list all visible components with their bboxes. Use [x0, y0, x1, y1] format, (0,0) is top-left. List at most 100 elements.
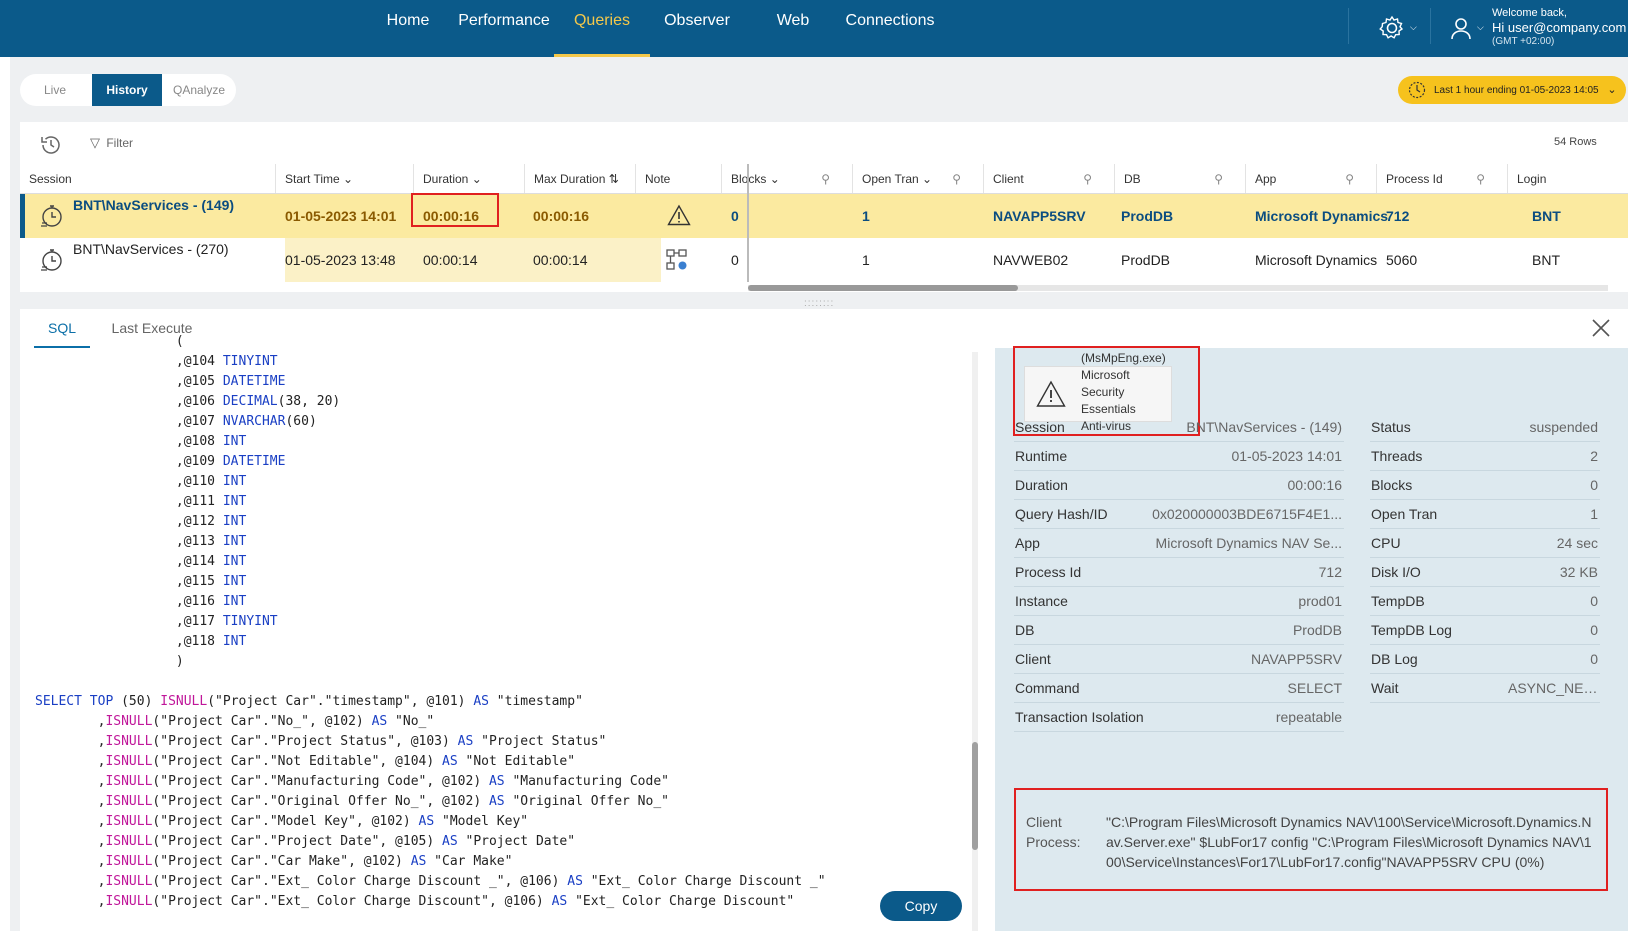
header-label: Start Time: [285, 172, 340, 186]
column-header-blocks[interactable]: Blocks ⌄⚲: [721, 164, 852, 194]
detail-row-instance: Instance prod01: [1014, 586, 1344, 616]
column-header-session[interactable]: Session: [20, 164, 275, 194]
warning-icon[interactable]: [667, 204, 691, 226]
column-header-client[interactable]: Client ⚲: [983, 164, 1114, 194]
nav-web[interactable]: Web: [770, 0, 816, 57]
process-id-cell: 712: [1386, 208, 1410, 224]
pin-icon[interactable]: ⚲: [1083, 164, 1092, 194]
detail-value: ProdDB: [1292, 622, 1342, 638]
copy-button[interactable]: Copy: [880, 891, 962, 921]
header-label: Process Id: [1386, 172, 1443, 186]
client-cell: NAVAPP5SRV: [993, 208, 1086, 224]
chevron-down-icon[interactable]: ⌵: [1410, 22, 1417, 33]
nav-home[interactable]: Home: [380, 0, 436, 57]
sql-code-viewer[interactable]: ( ,@104 TINYINT ,@105 DATETIME ,@106 DEC…: [35, 332, 965, 911]
user-icon[interactable]: [1450, 16, 1472, 40]
detail-row-wait: Wait ASYNC_NETWOR...: [1370, 673, 1600, 703]
divider: [1348, 8, 1349, 44]
filter-label: Filter: [106, 136, 134, 150]
header-label: Session: [29, 172, 72, 186]
pin-icon[interactable]: ⚲: [1345, 164, 1354, 194]
pin-icon[interactable]: ⚲: [821, 164, 830, 194]
mode-switch: Live History QAnalyze: [20, 74, 236, 106]
code-line: ,@114 INT: [35, 554, 247, 569]
max-duration-cell: 00:00:16: [533, 208, 590, 224]
duration-cell: 00:00:14: [423, 252, 478, 268]
code-line: ,ISNULL("Project Car"."Project Status", …: [35, 734, 607, 749]
app-cell: Microsoft Dynamics: [1255, 208, 1389, 224]
chevron-down-icon: ⌄: [922, 172, 933, 186]
mode-qanalyze[interactable]: QAnalyze: [166, 74, 232, 106]
detail-value: 24 sec: [1556, 535, 1598, 551]
detail-row-db: DB ProdDB: [1014, 615, 1344, 645]
time-range-label: Last 1 hour ending 01-05-2023 14:05: [1434, 85, 1599, 96]
detail-value: 0x020000003BDE6715F4E1...: [1152, 506, 1342, 522]
detail-row-duration: Duration 00:00:16: [1014, 470, 1344, 500]
code-line: ,ISNULL("Project Car"."Car Make", @102) …: [35, 854, 513, 869]
detail-value: 2: [1590, 448, 1598, 464]
chevron-down-icon[interactable]: ⌵: [1477, 22, 1484, 33]
detail-key: Process Id: [1015, 564, 1082, 580]
pin-icon[interactable]: ⚲: [1476, 164, 1485, 194]
history-icon[interactable]: [38, 132, 64, 158]
code-line: ,@111 INT: [35, 494, 247, 509]
nav-observer[interactable]: Observer: [659, 0, 735, 57]
stopwatch-icon: [41, 205, 62, 227]
mode-history[interactable]: History: [92, 74, 162, 106]
detail-row-query-hash-id: Query Hash/ID 0x020000003BDE6715F4E1...: [1014, 499, 1344, 529]
time-range-picker[interactable]: Last 1 hour ending 01-05-2023 14:05 ⌄: [1398, 76, 1626, 104]
detail-value: prod01: [1298, 593, 1342, 609]
gear-icon[interactable]: [1378, 14, 1406, 42]
code-line: ,@116 INT: [35, 594, 247, 609]
detail-key: Blocks: [1371, 477, 1413, 493]
detail-key: Open Tran: [1371, 506, 1438, 522]
pin-icon[interactable]: ⚲: [952, 164, 961, 194]
code-line: ,@113 INT: [35, 534, 247, 549]
left-edge: [0, 57, 10, 931]
column-header-app[interactable]: App ⚲: [1245, 164, 1376, 194]
login-cell: BNT: [1532, 252, 1560, 268]
column-header-db[interactable]: DB ⚲: [1114, 164, 1245, 194]
table-row[interactable]: BNT\NavServices - (149) 01-05-2023 14:01…: [20, 194, 1628, 238]
code-line: ,@112 INT: [35, 514, 247, 529]
start-time-cell: 01-05-2023 14:01: [285, 208, 397, 224]
nav-performance[interactable]: Performance: [455, 0, 553, 57]
detail-key: Transaction Isolation: [1015, 709, 1144, 725]
mode-live[interactable]: Live: [24, 74, 86, 106]
nav-queries[interactable]: Queries: [554, 0, 650, 57]
detail-key: TempDB: [1371, 593, 1425, 609]
column-header-process-id[interactable]: Process Id ⚲: [1376, 164, 1507, 194]
chevron-down-icon: ⌄: [471, 172, 482, 186]
detail-value: Microsoft Dynamics NAV Se...: [1155, 535, 1342, 551]
scrollbar-thumb[interactable]: [972, 742, 978, 850]
resize-handle[interactable]: ::::::::: [804, 298, 834, 309]
scrollbar-thumb[interactable]: [748, 285, 1018, 291]
detail-row-transaction-isolation: Transaction Isolation repeatable: [1014, 702, 1344, 732]
close-icon[interactable]: [1590, 317, 1612, 339]
detail-row-cpu: CPU 24 sec: [1370, 528, 1600, 558]
nav-connections[interactable]: Connections: [840, 0, 940, 57]
column-header-start-time[interactable]: Start Time ⌄: [275, 164, 413, 194]
execution-plan-icon[interactable]: [665, 248, 689, 272]
code-line: ,ISNULL("Project Car"."Ext_ Color Charge…: [35, 894, 795, 909]
code-line: ,@109 DATETIME: [35, 454, 286, 469]
vertical-scrollbar[interactable]: [972, 352, 978, 931]
pin-icon[interactable]: ⚲: [1214, 164, 1223, 194]
column-header-duration[interactable]: Duration ⌄: [413, 164, 524, 194]
column-header-max-duration[interactable]: Max Duration ⇅: [524, 164, 635, 194]
code-line: ,@117 TINYINT: [35, 614, 278, 629]
header-label: Note: [645, 172, 671, 186]
detail-key: Threads: [1371, 448, 1423, 464]
detail-value: 0: [1590, 651, 1598, 667]
clock-icon: [1408, 81, 1426, 99]
client-process-label: Client Process:: [1026, 814, 1081, 850]
code-line: ,ISNULL("Project Car"."No_", @102) AS "N…: [35, 714, 435, 729]
column-header-open-tran[interactable]: Open Tran ⌄ ⚲: [852, 164, 983, 194]
user-greeting[interactable]: Welcome back, Hi user@company.com (GMT +…: [1492, 6, 1626, 48]
detail-value: 01-05-2023 14:01: [1231, 448, 1342, 464]
horizontal-scrollbar[interactable]: [748, 285, 1608, 291]
column-header-login[interactable]: Login: [1507, 164, 1628, 194]
detail-row-blocks: Blocks 0: [1370, 470, 1600, 500]
filter-button[interactable]: ▽ Filter: [90, 135, 133, 151]
top-navigation-bar: Home Performance Queries Observer Web Co…: [0, 0, 1628, 57]
